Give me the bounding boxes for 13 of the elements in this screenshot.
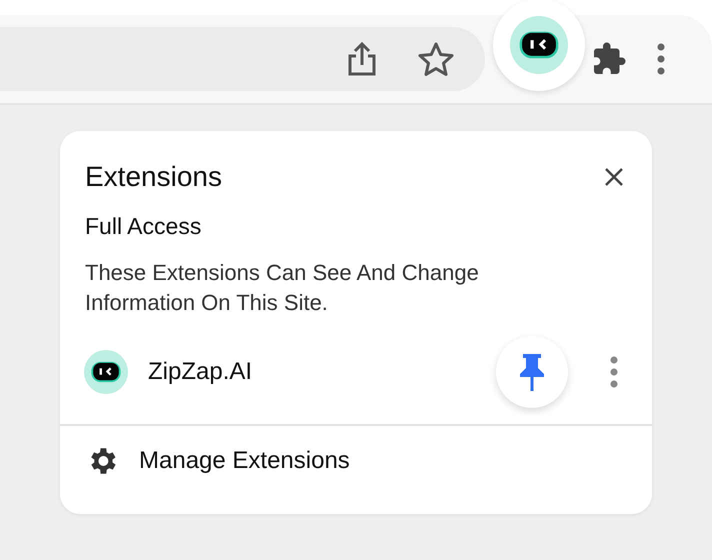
share-icon[interactable] xyxy=(347,41,377,77)
section-title: Full Access xyxy=(85,213,202,240)
manage-extensions-button[interactable]: Manage Extensions xyxy=(60,426,652,496)
star-icon[interactable] xyxy=(417,41,455,77)
popup-title: Extensions xyxy=(85,161,222,193)
extension-name: ZipZap.AI xyxy=(148,358,254,386)
access-description: These Extensions Can See And Change Information On This Site. xyxy=(85,259,480,317)
close-icon[interactable] xyxy=(604,167,624,187)
pin-icon xyxy=(517,352,547,392)
puzzle-icon[interactable] xyxy=(591,41,627,77)
menu-icon[interactable] xyxy=(657,43,665,75)
more-icon[interactable] xyxy=(610,356,618,388)
extension-logo-icon xyxy=(84,350,128,394)
